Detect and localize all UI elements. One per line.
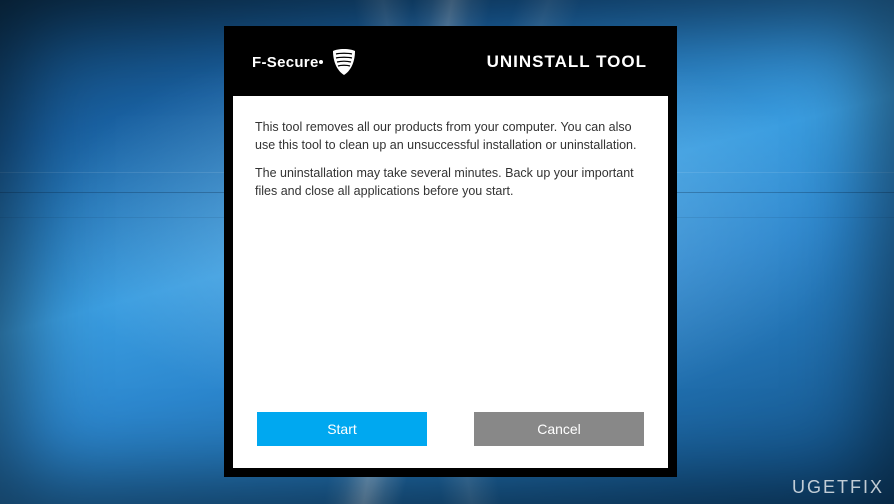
- uninstall-dialog: F-Secure UNINSTALL TOOL This tool remove…: [224, 26, 677, 477]
- dialog-header: F-Secure UNINSTALL TOOL: [224, 26, 677, 96]
- start-button[interactable]: Start: [257, 412, 427, 446]
- intro-paragraph-1: This tool removes all our products from …: [255, 118, 646, 154]
- fsecure-shield-icon: [332, 48, 356, 76]
- dialog-title: UNINSTALL TOOL: [487, 52, 647, 72]
- cancel-button[interactable]: Cancel: [474, 412, 644, 446]
- brand-logo: F-Secure: [252, 48, 356, 76]
- intro-paragraph-2: The uninstallation may take several minu…: [255, 164, 646, 200]
- brand-text: F-Secure: [252, 54, 324, 71]
- dialog-body: This tool removes all our products from …: [233, 96, 668, 468]
- button-row: Start Cancel: [255, 412, 646, 448]
- watermark-text: UGETFIX: [792, 477, 884, 498]
